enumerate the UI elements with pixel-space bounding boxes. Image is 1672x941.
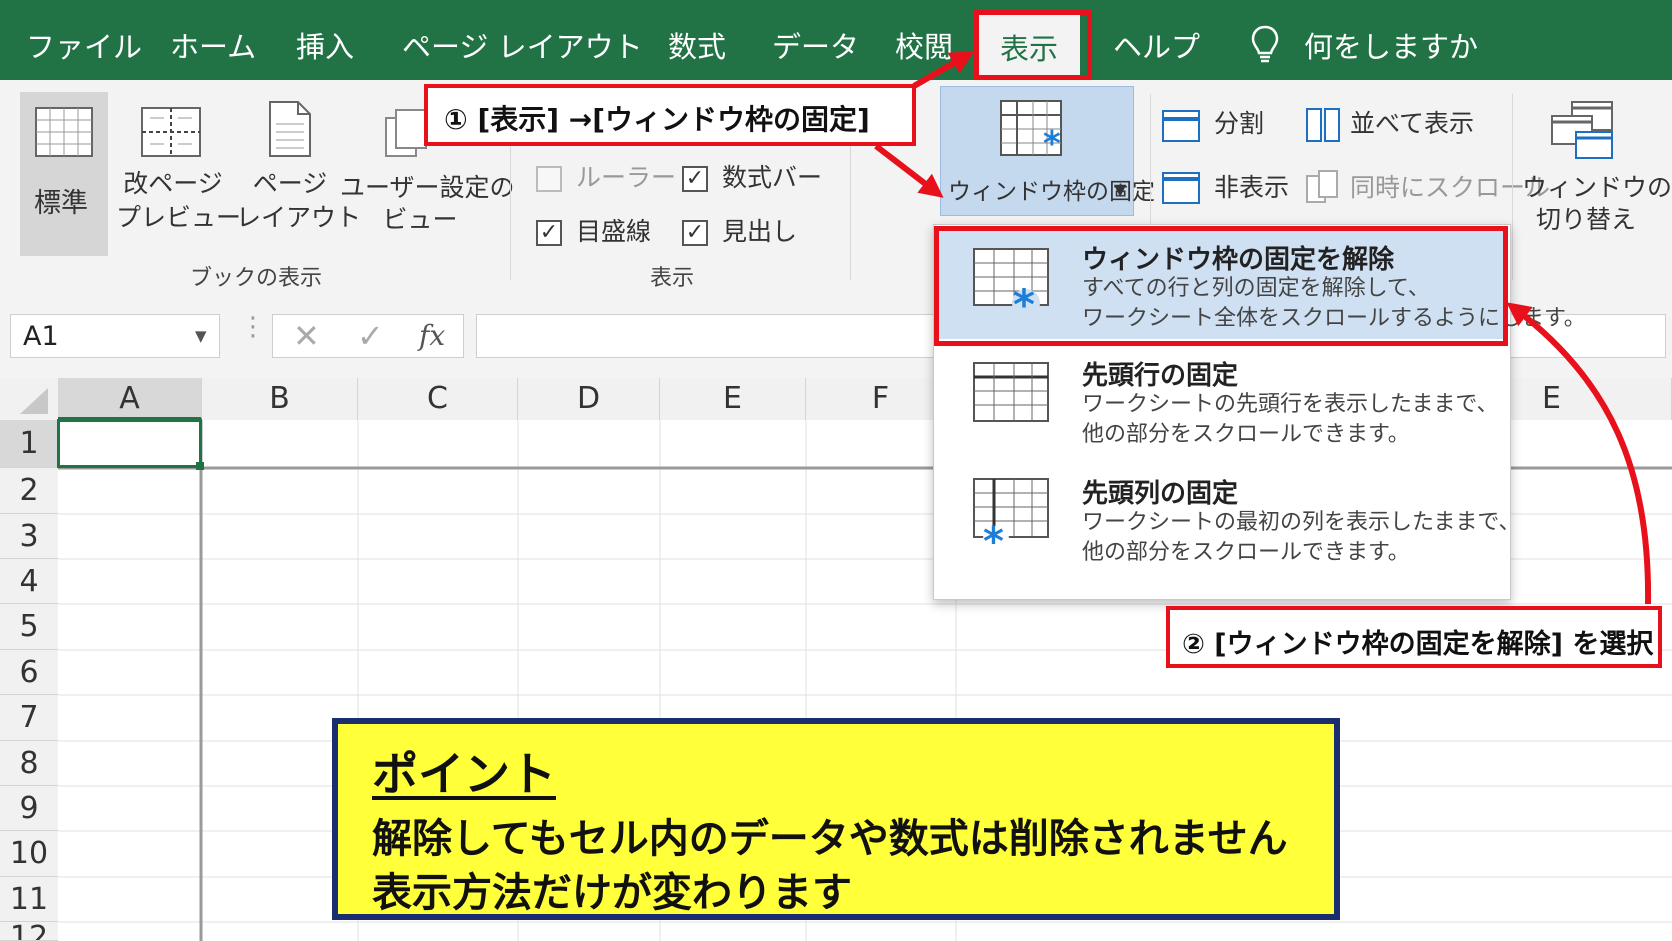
point-title: ポイント bbox=[372, 747, 556, 801]
arrow-to-unfreeze-item bbox=[1506, 302, 1652, 605]
arrow-to-freeze-button bbox=[874, 143, 944, 198]
point-line-1: 解除してもセル内のデータや数式は削除されません bbox=[372, 816, 1288, 862]
point-line-2: 表示方法だけが変わります bbox=[372, 870, 852, 916]
point-note: ポイント 解除してもセル内のデータや数式は削除されません 表示方法だけが変わりま… bbox=[332, 718, 1340, 920]
arrow-to-view-tab bbox=[912, 51, 975, 89]
